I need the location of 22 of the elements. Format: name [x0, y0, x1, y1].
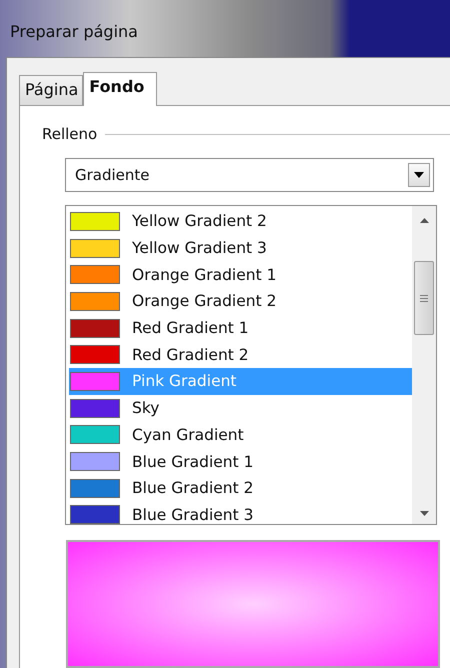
dropdown-button[interactable]	[408, 163, 430, 187]
gradient-item[interactable]: Yellow Gradient 3	[69, 234, 412, 262]
section-label: Relleno	[42, 125, 98, 143]
caret-icon	[414, 172, 424, 178]
scroll-thumb[interactable]	[414, 261, 434, 335]
window-title: Preparar página	[10, 22, 138, 41]
gradient-item[interactable]: Yellow Gradient 2	[69, 208, 412, 235]
tab[interactable]: Página	[19, 75, 84, 105]
gradient-item[interactable]: Orange Gradient 2	[69, 288, 412, 315]
gradient-item[interactable]: Sky	[69, 394, 412, 422]
gradient-item[interactable]: Orange Gradient 1	[69, 261, 412, 288]
gradient-item[interactable]: Blue Gradient 2	[69, 474, 412, 502]
gradient-item[interactable]: Red Gradient 2	[69, 341, 412, 368]
scrollbar[interactable]	[412, 206, 436, 524]
gradient-item[interactable]: Red Gradient 1	[69, 314, 412, 342]
scroll-up-icon[interactable]	[420, 218, 428, 223]
scroll-down-icon[interactable]	[420, 511, 428, 516]
tab[interactable]: Fondo	[83, 72, 158, 106]
fill-dropdown[interactable]: Gradiente	[65, 158, 434, 192]
gradient-item[interactable]: Blue Gradient 3	[69, 502, 412, 524]
gradient-item[interactable]: Cyan Gradient	[69, 422, 412, 448]
gradient-item[interactable]: Blue Gradient 1	[69, 448, 412, 475]
